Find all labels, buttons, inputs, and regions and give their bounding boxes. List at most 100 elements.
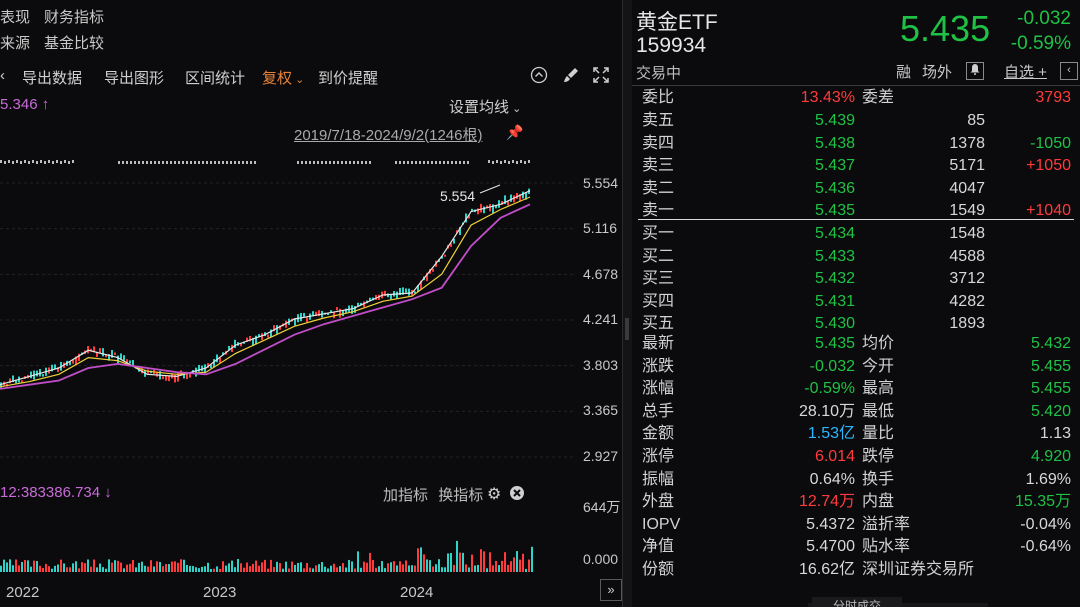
event-marker [24, 160, 26, 163]
event-marker [403, 161, 405, 164]
pin-icon[interactable]: 📌 [506, 124, 523, 141]
event-marker [130, 161, 132, 164]
event-marker [20, 161, 22, 164]
volume-bar [489, 552, 491, 572]
bell-icon[interactable] [966, 62, 984, 80]
volume-bar [81, 562, 83, 572]
scroll-right-button[interactable]: » [600, 579, 622, 601]
volume-bar [510, 561, 512, 572]
candle [129, 360, 131, 364]
candle [42, 374, 44, 377]
volume-bar [381, 561, 383, 572]
candle [396, 291, 398, 299]
fund-code: 159934 [636, 34, 707, 57]
candle [483, 206, 485, 214]
switch-indicator-button[interactable]: 换指标 [438, 487, 483, 504]
volume-bar [312, 568, 314, 572]
x-tick: 2022 [6, 584, 40, 601]
ask-level-label: 卖五 [642, 112, 675, 129]
range-label[interactable]: 2019/7/18-2024/9/2(1246根) [294, 124, 482, 145]
event-marker [333, 161, 335, 164]
event-marker [202, 161, 204, 164]
volume-bar [276, 561, 278, 572]
gear-icon[interactable]: ⚙ [487, 484, 501, 504]
bid-level-label: 买三 [642, 270, 675, 288]
peak-arrow [479, 184, 501, 194]
volume-bar [435, 564, 437, 572]
margin-badge[interactable]: 融 [896, 61, 911, 82]
event-marker [516, 161, 518, 164]
candle [405, 288, 407, 293]
quote-panel: 黄金ETF 159934 交易中 5.435 -0.032 -0.59% 融 场… [632, 0, 1080, 607]
close-icon[interactable] [509, 484, 525, 505]
bid-level-label: 买一 [642, 225, 675, 242]
event-marker [399, 161, 401, 164]
volume-bar [108, 559, 110, 572]
adjust-dropdown[interactable]: 复权 ⌄ [262, 67, 304, 88]
volume-bar [147, 566, 149, 572]
candle [480, 203, 482, 213]
bid-level-label: 买二 [642, 247, 675, 265]
candle [300, 312, 302, 322]
bid-level-price: 5.434 [814, 225, 855, 242]
volume-bar [333, 563, 335, 572]
candle [408, 288, 410, 296]
volume-bar [354, 568, 356, 572]
chevron-down-icon: ⌄ [509, 103, 522, 115]
tab-financial-indicators[interactable]: 财务指标 [44, 6, 104, 27]
ask-level-price: 5.439 [814, 112, 855, 129]
stat-value: 5.420 [1030, 402, 1071, 420]
event-marker [234, 161, 236, 164]
event-marker [357, 161, 359, 164]
volume-bar [126, 564, 128, 572]
chevron-left-icon[interactable]: ‹ [0, 67, 5, 84]
add-indicator-button[interactable]: 加指标 [383, 487, 428, 504]
chevron-up-circle-icon[interactable] [529, 66, 549, 86]
volume-bar [222, 561, 224, 572]
event-marker [309, 161, 311, 164]
stat-label: 涨幅 [642, 380, 675, 398]
event-marker [138, 161, 140, 164]
tab-fund-compare[interactable]: 基金比较 [44, 32, 104, 53]
event-marker [118, 161, 120, 164]
price-chart[interactable]: 5.554 [0, 145, 578, 475]
otc-button[interactable]: 场外 [922, 61, 952, 82]
volume-bar [447, 553, 449, 572]
volume-bar [420, 547, 422, 572]
event-marker [395, 161, 397, 164]
candle [255, 335, 257, 345]
event-marker [206, 161, 208, 164]
ask-level-label: 卖四 [642, 134, 675, 152]
volume-chart[interactable] [0, 510, 578, 574]
tab-source[interactable]: 来源 [0, 32, 30, 53]
event-marker [222, 161, 224, 164]
divider-grip[interactable] [625, 318, 629, 340]
ma-setting-dropdown[interactable]: 设置均线 ⌄ [449, 96, 521, 117]
event-marker [496, 160, 498, 163]
event-marker [60, 161, 62, 164]
interval-stats-button[interactable]: 区间统计 [185, 67, 245, 88]
tab-tick-trades[interactable]: 分时成交 [812, 597, 902, 607]
volume-zero-label: 0.000 [583, 551, 619, 567]
price-alert-button[interactable]: 到价提醒 [318, 67, 378, 88]
stat-value: -0.59% [804, 380, 855, 398]
chevron-left-icon[interactable]: ‹ [1060, 62, 1078, 80]
export-chart-button[interactable]: 导出图形 [104, 67, 164, 88]
volume-bar [471, 554, 473, 572]
volume-bar [228, 563, 230, 572]
add-watchlist-button[interactable]: 自选 + [1004, 61, 1047, 82]
export-data-button[interactable]: 导出数据 [22, 67, 82, 88]
expand-icon[interactable] [591, 66, 611, 86]
event-marker [439, 161, 441, 164]
event-marker [44, 161, 46, 164]
event-marker [345, 161, 347, 164]
event-marker [56, 160, 58, 163]
volume-bar [366, 562, 368, 572]
diff-value: 3793 [1035, 89, 1071, 106]
stat-label: 外盘 [642, 493, 675, 511]
tab-performance[interactable]: 表现 [0, 6, 30, 27]
brush-icon[interactable] [561, 66, 581, 86]
event-marker [492, 161, 494, 164]
volume-bar [453, 564, 455, 572]
ask-level-volume: 85 [967, 112, 985, 129]
